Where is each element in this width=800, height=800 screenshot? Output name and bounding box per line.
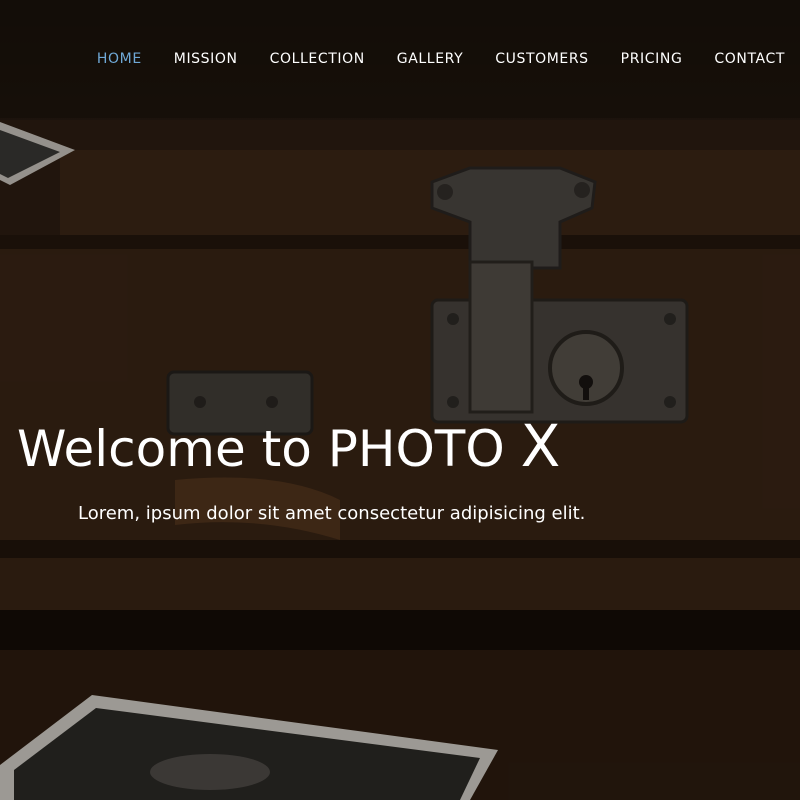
nav-gallery[interactable]: GALLERY bbox=[397, 51, 463, 67]
hero-title: Welcome to PHOTO X bbox=[17, 412, 560, 480]
hero-title-accent: X bbox=[520, 412, 561, 480]
hero-section: HOME MISSION COLLECTION GALLERY CUSTOMER… bbox=[0, 0, 800, 800]
hero-subtitle: Lorem, ipsum dolor sit amet consectetur … bbox=[78, 503, 586, 524]
nav-pricing[interactable]: PRICING bbox=[621, 51, 683, 67]
nav-collection[interactable]: COLLECTION bbox=[270, 51, 365, 67]
main-nav: HOME MISSION COLLECTION GALLERY CUSTOMER… bbox=[65, 0, 800, 118]
hero-overlay bbox=[0, 0, 800, 800]
hero-title-main: Welcome to PHOTO bbox=[17, 420, 521, 478]
nav-customers[interactable]: CUSTOMERS bbox=[495, 51, 588, 67]
nav-home[interactable]: HOME bbox=[97, 51, 142, 67]
nav-mission[interactable]: MISSION bbox=[174, 51, 238, 67]
nav-contact[interactable]: CONTACT bbox=[714, 51, 785, 67]
top-navigation-bar: HOME MISSION COLLECTION GALLERY CUSTOMER… bbox=[0, 0, 800, 118]
